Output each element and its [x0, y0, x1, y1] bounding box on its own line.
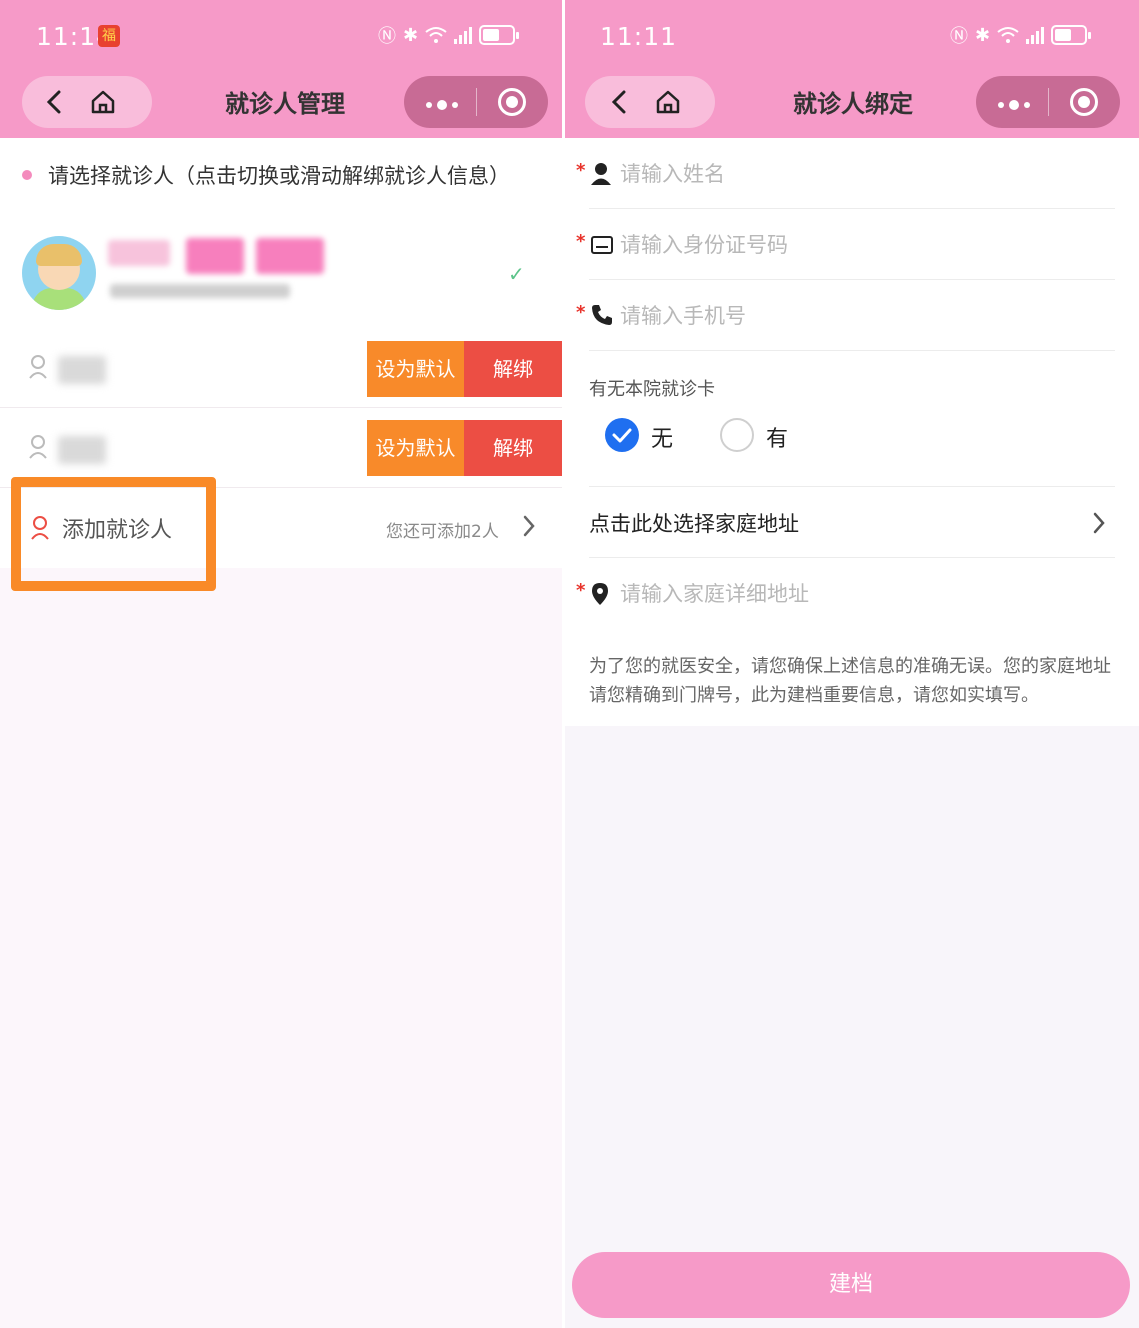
close-miniapp-icon[interactable] [1070, 88, 1098, 116]
home-icon[interactable] [90, 89, 116, 115]
address-detail-input[interactable]: 请输入家庭详细地址 [620, 578, 809, 608]
unbind-button[interactable]: 解绑 [464, 341, 562, 397]
nfc-icon: Ⓝ [378, 26, 396, 47]
back-icon[interactable] [46, 90, 62, 114]
close-miniapp-icon[interactable] [498, 88, 526, 116]
chevron-right-icon [1093, 512, 1105, 534]
header-bar: 11:14 福 Ⓝ ✱ 就诊人管理 [0, 0, 562, 138]
wifi-icon [425, 27, 447, 43]
miniapp-capsule [976, 76, 1120, 128]
user-icon [29, 355, 47, 379]
signal-icon [1026, 26, 1045, 44]
bluetooth-icon: ✱ [403, 24, 419, 46]
more-icon[interactable] [426, 100, 458, 110]
patient-name-redacted [58, 436, 106, 464]
page-title: 就诊人管理 [225, 90, 345, 118]
status-icons: Ⓝ ✱ [378, 22, 520, 48]
phone-field[interactable]: * 请输入手机号 [565, 280, 1139, 351]
patient-id-redacted [110, 284, 290, 298]
id-field[interactable]: * 请输入身份证号码 [565, 209, 1139, 280]
page-title: 就诊人绑定 [793, 90, 913, 118]
phone-icon [592, 305, 612, 325]
nfc-icon: Ⓝ [950, 26, 968, 47]
address-detail-field[interactable]: * 请输入家庭详细地址 [565, 558, 1139, 629]
required-mark: * [576, 302, 586, 323]
chevron-right-icon [523, 515, 535, 537]
battery-icon [479, 25, 520, 45]
radio-has-card-label[interactable]: 有 [766, 421, 788, 453]
miniapp-capsule [404, 76, 548, 128]
notice-text: 为了您的就医安全，请您确保上述信息的准确无误。您的家庭地址请您精确到门牌号，此为… [589, 656, 1111, 706]
radio-has-card[interactable] [720, 418, 754, 452]
id-card-icon [591, 236, 613, 254]
notification-badge-icon: 福 [98, 25, 120, 47]
check-icon [612, 428, 632, 443]
header-bar: 11:11 Ⓝ ✱ 就诊人绑定 [565, 0, 1139, 138]
hint-row: 请选择就诊人（点击切换或滑动解绑就诊人信息） [22, 160, 510, 190]
avatar [22, 236, 96, 310]
address-picker[interactable]: 点击此处选择家庭地址 [589, 508, 799, 538]
selected-check-icon: ✓ [508, 262, 525, 286]
set-default-button[interactable]: 设为默认 [367, 420, 464, 476]
back-icon[interactable] [611, 90, 627, 114]
patient-name-redacted [58, 356, 106, 384]
radio-no-card[interactable] [605, 418, 639, 452]
signal-icon [454, 26, 473, 44]
unbind-button[interactable]: 解绑 [464, 420, 562, 476]
nav-pill [585, 76, 715, 128]
hint-dot [22, 170, 32, 180]
patient-name-redacted [256, 238, 324, 274]
location-pin-icon [592, 583, 608, 605]
id-number-input[interactable]: 请输入身份证号码 [620, 229, 788, 259]
nav-pill [22, 76, 152, 128]
hospital-card-label: 有无本院就诊卡 [589, 379, 715, 400]
status-time: 11:11 [600, 22, 678, 51]
phone-input[interactable]: 请输入手机号 [620, 300, 746, 330]
more-icon[interactable] [998, 100, 1030, 110]
hint-text: 请选择就诊人（点击切换或滑动解绑就诊人信息） [48, 164, 510, 188]
required-mark: * [576, 160, 586, 181]
required-mark: * [576, 231, 586, 252]
battery-icon [1051, 25, 1092, 45]
status-icons: Ⓝ ✱ [950, 22, 1092, 48]
patient-name-redacted [108, 240, 170, 266]
divider [589, 486, 1115, 487]
home-icon[interactable] [655, 89, 681, 115]
name-input[interactable]: 请输入姓名 [620, 158, 725, 188]
remaining-count: 您还可添加2人 [386, 522, 499, 542]
radio-no-card-label[interactable]: 无 [651, 421, 673, 453]
required-mark: * [576, 580, 586, 601]
name-field[interactable]: * 请输入姓名 [565, 138, 1139, 209]
patient-name-redacted [186, 238, 244, 274]
patient-management-screen: 11:14 福 Ⓝ ✱ 就诊人管理 请选择就诊人（点击切换或滑动解绑就诊人信息） [0, 0, 562, 1328]
create-record-button[interactable]: 建档 [572, 1252, 1130, 1318]
highlight-annotation [11, 477, 216, 591]
bluetooth-icon: ✱ [975, 24, 991, 46]
user-icon [29, 435, 47, 459]
person-icon [591, 163, 611, 185]
set-default-button[interactable]: 设为默认 [367, 341, 464, 397]
wifi-icon [997, 27, 1019, 43]
